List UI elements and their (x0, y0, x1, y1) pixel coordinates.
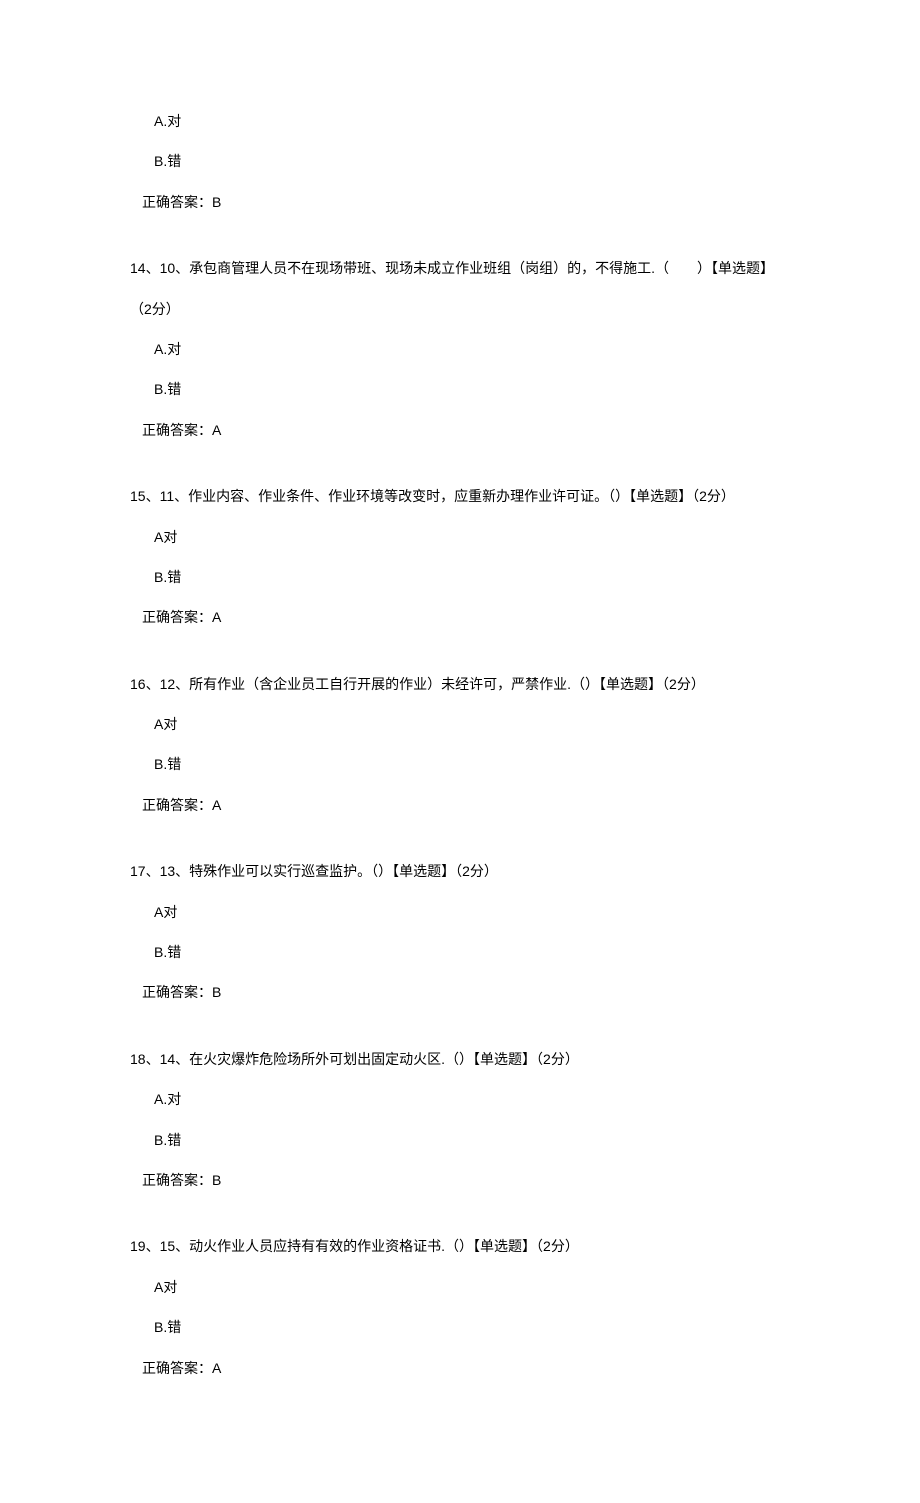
option-a: A.对 (130, 338, 790, 360)
option-b: B.错 (130, 378, 790, 400)
question-text: 16、12、所有作业（含企业员工自行开展的作业）未经许可，严禁作业.（）【单选题… (130, 673, 790, 695)
points: （2分） (130, 298, 790, 320)
option-b: B.错 (130, 941, 790, 963)
option-a: A对 (130, 713, 790, 735)
question-16: 16、12、所有作业（含企业员工自行开展的作业）未经许可，严禁作业.（）【单选题… (130, 673, 790, 817)
question-19: 19、15、动火作业人员应持有有效的作业资格证书.（）【单选题】（2分） A对 … (130, 1235, 790, 1379)
option-a: A对 (130, 526, 790, 548)
correct-answer: 正确答案：B (130, 1169, 790, 1191)
option-b: B.错 (130, 1129, 790, 1151)
question-14: 14、10、承包商管理人员不在现场带班、现场未成立作业班组（岗组）的，不得施工.… (130, 257, 790, 441)
option-a: A.对 (130, 1088, 790, 1110)
option-b: B.错 (130, 753, 790, 775)
option-a: A对 (130, 901, 790, 923)
question-text: 14、10、承包商管理人员不在现场带班、现场未成立作业班组（岗组）的，不得施工.… (130, 257, 790, 279)
option-a: A对 (130, 1276, 790, 1298)
correct-answer: 正确答案：A (130, 419, 790, 441)
question-text: 18、14、在火灾爆炸危险场所外可划出固定动火区.（）【单选题】（2分） (130, 1048, 790, 1070)
question-17: 17、13、特殊作业可以实行巡查监护。（）【单选题】（2分） A对 B.错 正确… (130, 860, 790, 1004)
correct-answer: 正确答案：A (130, 1357, 790, 1379)
question-text: 17、13、特殊作业可以实行巡查监护。（）【单选题】（2分） (130, 860, 790, 882)
option-b: B.错 (130, 150, 790, 172)
question-13-partial: A.对 B.错 正确答案：B (130, 110, 790, 213)
correct-answer: 正确答案：B (130, 981, 790, 1003)
correct-answer: 正确答案：A (130, 794, 790, 816)
correct-answer: 正确答案：A (130, 606, 790, 628)
option-b: B.错 (130, 1316, 790, 1338)
question-18: 18、14、在火灾爆炸危险场所外可划出固定动火区.（）【单选题】（2分） A.对… (130, 1048, 790, 1192)
option-a: A.对 (130, 110, 790, 132)
question-15: 15、11、作业内容、作业条件、作业环境等改变时，应重新办理作业许可证。（）【单… (130, 485, 790, 629)
question-text: 19、15、动火作业人员应持有有效的作业资格证书.（）【单选题】（2分） (130, 1235, 790, 1257)
correct-answer: 正确答案：B (130, 191, 790, 213)
question-text: 15、11、作业内容、作业条件、作业环境等改变时，应重新办理作业许可证。（）【单… (130, 485, 790, 507)
option-b: B.错 (130, 566, 790, 588)
